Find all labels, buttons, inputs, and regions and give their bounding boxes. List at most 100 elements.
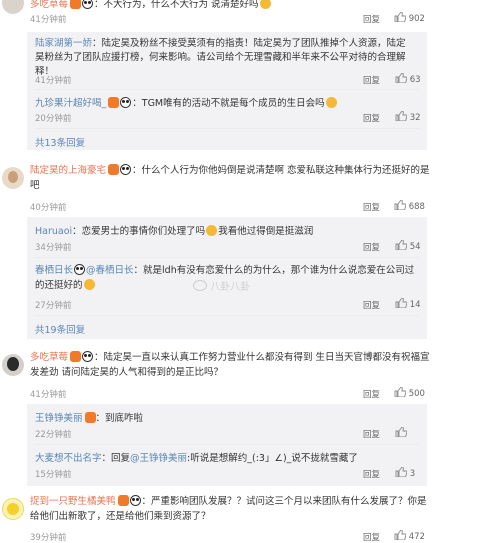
reply-button[interactable]: 回复 xyxy=(363,74,380,86)
reply-panel: 王铮铮美丽 ：到底咋啦 22分钟前 回复 大麦想不出名字：回复@王铮铮美丽:听说是… xyxy=(27,404,427,486)
username[interactable]: Haruaoi xyxy=(35,226,72,237)
panda-emoji-icon xyxy=(120,97,132,108)
like-count: 63 xyxy=(409,75,421,85)
like-button[interactable]: 3 xyxy=(395,467,415,479)
reply-button[interactable]: 回复 xyxy=(363,241,380,253)
thumbs-up-icon xyxy=(394,200,406,210)
watermark-text: 八卦八卦 xyxy=(210,282,251,293)
divider xyxy=(35,257,419,258)
weibo-logo-icon xyxy=(193,280,207,291)
divider xyxy=(35,128,419,129)
vip-badge-icon xyxy=(117,495,129,506)
thumbs-up-icon xyxy=(394,530,406,540)
top-comment: 多吃草莓 ：不大行为，什么不大行为 说清楚好吗 41分钟前 回复 902 xyxy=(0,0,482,30)
timestamp: 27分钟前 xyxy=(35,301,72,311)
thumbs-up-icon xyxy=(395,467,407,477)
avatar[interactable] xyxy=(2,0,24,14)
avatar[interactable] xyxy=(2,498,24,520)
grin-emoji-icon xyxy=(206,225,218,236)
reply-button[interactable]: 回复 xyxy=(363,13,380,25)
reply-text-2: 我看他过得倒是挺滋润 xyxy=(218,226,314,237)
thumbs-up-icon xyxy=(395,111,407,121)
thumbs-up-icon xyxy=(395,240,407,250)
username[interactable]: 捉到一只野生橘美鸭 xyxy=(30,496,116,507)
username[interactable]: 王铮铮美丽 xyxy=(35,413,83,424)
username[interactable]: 大麦想不出名字 xyxy=(35,453,102,464)
reply-button[interactable]: 回复 xyxy=(363,299,380,311)
avatar[interactable] xyxy=(2,354,24,376)
reply-button[interactable]: 回复 xyxy=(363,388,380,400)
like-count: 54 xyxy=(409,242,421,252)
timestamp: 15分钟前 xyxy=(35,470,72,480)
username[interactable]: 陆定昊的上海豪宅 xyxy=(30,165,106,176)
divider xyxy=(35,89,419,90)
like-button[interactable]: 902 xyxy=(394,12,425,24)
reply-item: 陆家湖第一娇：陆定昊及粉丝不接受莫须有的指责！陆定昊为了团队推掉个人资源，陆定昊… xyxy=(35,37,415,79)
vip-badge-icon xyxy=(70,0,82,9)
watermark: 八卦八卦 xyxy=(193,278,250,293)
reply-item: 九珍果汁超好喝_ ：TGM唯有的活动不就是每个成员的生日会吗 xyxy=(35,95,338,109)
timestamp: 41分钟前 xyxy=(35,76,72,86)
reply-panel: 陆家湖第一娇：陆定昊及粉丝不接受莫须有的指责！陆定昊为了团队推掉个人资源，陆定昊… xyxy=(27,32,427,150)
like-button[interactable]: 688 xyxy=(394,200,425,212)
like-button[interactable]: 54 xyxy=(395,240,421,252)
comment-line: 多吃草莓 ：不大行为，什么不大行为 说清楚好吗 xyxy=(30,0,272,10)
smile-emoji-icon xyxy=(325,97,337,108)
reply-item: 王铮铮美丽 ：到底咋啦 xyxy=(35,410,143,424)
smile-emoji-icon xyxy=(83,279,95,290)
like-button[interactable]: 32 xyxy=(395,111,421,123)
timestamp: 41分钟前 xyxy=(30,15,67,25)
reply-text: ：恋爱男士的事情你们处理了吗 xyxy=(72,226,206,237)
divider xyxy=(35,444,419,445)
reply-button[interactable]: 回复 xyxy=(363,531,380,543)
reply-button[interactable]: 回复 xyxy=(363,201,380,213)
panda-emoji-icon xyxy=(120,164,132,175)
like-button[interactable]: 500 xyxy=(394,387,425,399)
comment-line: 多吃草莓 ：陆定昊一直以来认真工作努力营业什么都没有得到 生日当天官博都没有祝福宣… xyxy=(30,350,430,380)
reply-text: ：TGM唯有的活动不就是每个成员的生日会吗 xyxy=(132,98,325,109)
username[interactable]: 春栖日长 xyxy=(35,265,73,276)
timestamp: 41分钟前 xyxy=(30,390,67,400)
like-button[interactable] xyxy=(395,427,407,439)
username[interactable]: 陆家湖第一娇 xyxy=(35,38,92,49)
thumbs-up-icon xyxy=(395,427,407,437)
more-replies-link[interactable]: 共13条回复 xyxy=(35,135,85,149)
panda-emoji-icon xyxy=(129,495,141,506)
comment-line: 陆定昊的上海豪宅 ：什么个人行为你他妈倒是说清楚啊 恋爱私联这种集体行为还挺好的是… xyxy=(30,163,430,193)
smile-emoji-icon xyxy=(259,0,271,9)
reply-button[interactable]: 回复 xyxy=(363,468,380,480)
reply-text: ：到底咋啦 xyxy=(95,413,144,424)
like-button[interactable]: 472 xyxy=(394,530,425,542)
comment-line: 捉到一只野生橘美鸭 ：严重影响团队发展？？试问这三个月以来团队有什么发展了？你是给… xyxy=(30,494,430,524)
vip-badge-icon xyxy=(108,97,120,108)
like-button[interactable]: 63 xyxy=(395,73,421,85)
more-replies-link[interactable]: 共19条回复 xyxy=(35,322,85,336)
reply-button[interactable]: 回复 xyxy=(363,428,380,440)
reply-button[interactable]: 回复 xyxy=(363,112,380,124)
thumbs-up-icon xyxy=(394,12,406,22)
like-button[interactable]: 14 xyxy=(395,298,421,310)
like-count: 32 xyxy=(409,113,421,123)
like-count: 472 xyxy=(408,532,425,542)
reply-text: ：回复 xyxy=(101,453,131,464)
reply-item: 大麦想不出名字：回复@王铮铮美丽:听说是想解约_(:3」∠)_说不拢就雪藏了 xyxy=(35,450,358,464)
vip-badge-icon xyxy=(84,412,96,423)
comment-text: ：不大行为，什么不大行为 说清楚好吗 xyxy=(94,0,259,10)
mention-link[interactable]: @王铮铮美丽 xyxy=(130,453,187,464)
username[interactable]: 多吃草莓 xyxy=(30,0,68,10)
reply-item: Haruaoi：恋爱男士的事情你们处理了吗 我看他过得倒是挺滋润 xyxy=(35,223,313,237)
like-count: 14 xyxy=(409,300,421,310)
avatar[interactable] xyxy=(2,167,24,189)
like-count: 500 xyxy=(408,389,425,399)
like-count: 688 xyxy=(408,202,425,212)
thumbs-up-icon xyxy=(395,73,407,83)
username[interactable]: 九珍果汁超好喝_ xyxy=(35,98,106,109)
panda-emoji-icon xyxy=(74,264,86,275)
username[interactable]: 多吃草莓 xyxy=(30,352,68,363)
mention-link[interactable]: @春栖日长 xyxy=(86,265,134,276)
timestamp: 22分钟前 xyxy=(35,430,72,440)
timestamp: 20分钟前 xyxy=(35,114,72,124)
reply-text-2: :听说是想解约_(:3」∠)_说不拢就雪藏了 xyxy=(187,453,358,464)
timestamp: 40分钟前 xyxy=(30,203,67,213)
divider xyxy=(35,315,419,316)
